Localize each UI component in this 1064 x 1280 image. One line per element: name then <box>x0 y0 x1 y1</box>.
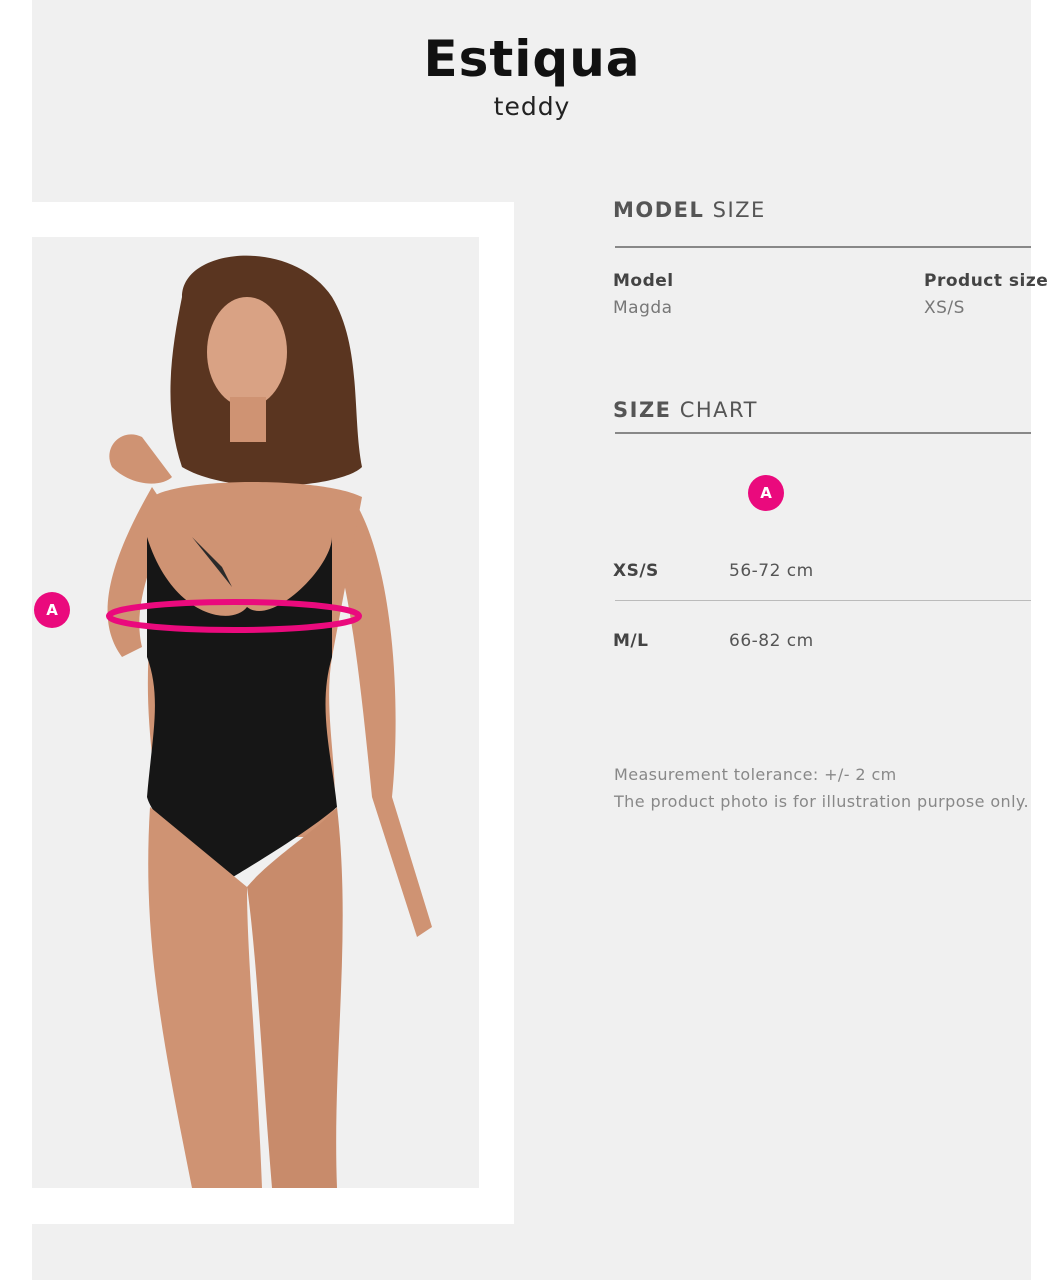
model-label: Model <box>613 271 674 291</box>
size-chart-heading: SIZE CHART <box>613 398 758 422</box>
measurement-marker-a: A <box>34 592 70 628</box>
row-divider <box>615 600 1031 601</box>
model-size-divider <box>615 246 1031 248</box>
model-size-heading-bold: MODEL <box>613 198 705 222</box>
product-size-value: XS/S <box>924 298 965 318</box>
tolerance-note: Measurement tolerance: +/- 2 cm <box>614 765 897 784</box>
product-size-label: Product size <box>924 271 1049 291</box>
size-chart-column-marker-a: A <box>748 475 784 511</box>
product-subtitle: teddy <box>493 92 571 121</box>
measurement-cell: 66-82 cm <box>729 631 814 651</box>
model-value: Magda <box>613 298 673 318</box>
model-size-heading: MODEL SIZE <box>613 198 766 222</box>
size-chart-heading-bold: SIZE <box>613 398 672 422</box>
size-chart-heading-light: CHART <box>679 398 758 422</box>
measurement-cell: 56-72 cm <box>729 561 814 581</box>
product-title: Estiqua <box>423 30 641 88</box>
size-chart-divider <box>615 432 1031 434</box>
size-cell: XS/S <box>613 561 659 581</box>
model-illustration <box>106 255 432 1188</box>
size-cell: M/L <box>613 631 649 651</box>
model-size-heading-light: SIZE <box>712 198 766 222</box>
photo-disclaimer: The product photo is for illustration pu… <box>614 792 1029 811</box>
product-photo <box>32 237 479 1188</box>
